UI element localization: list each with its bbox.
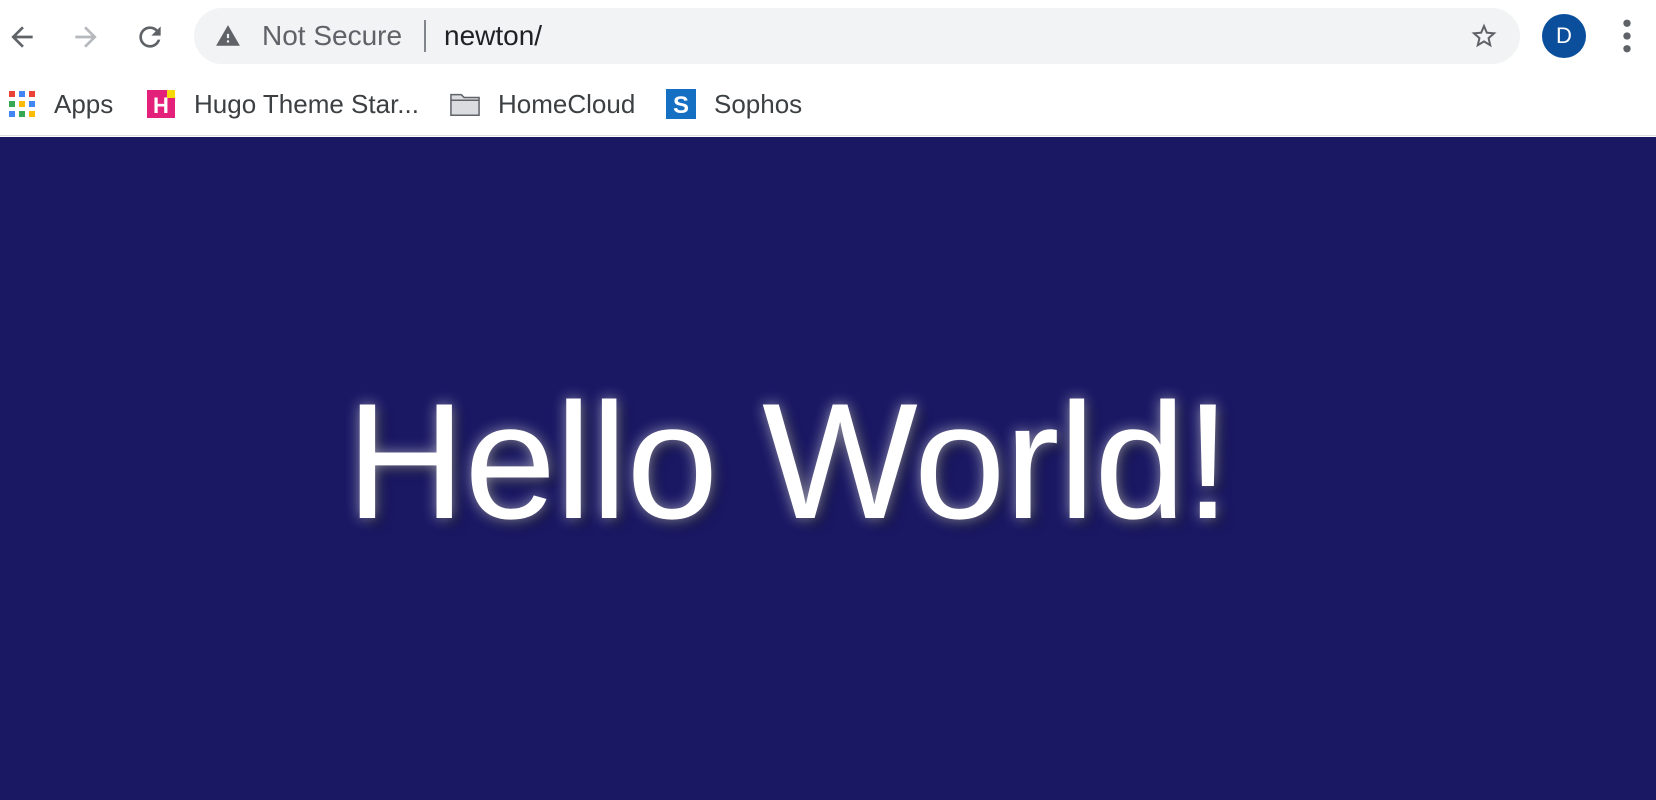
bookmark-label: Hugo Theme Star... [194,88,419,119]
back-button[interactable] [0,15,44,59]
security-status-label[interactable]: Not Secure [262,21,402,51]
address-bar[interactable]: Not Secure [194,8,1520,64]
warning-triangle-icon[interactable] [214,22,242,50]
svg-text:S: S [673,92,689,119]
avatar-initial: D [1556,23,1572,48]
vertical-dots-icon [1623,19,1631,53]
reload-icon [139,26,161,48]
sophos-logo-icon: S [666,89,696,119]
browser-toolbar: Not Secure D [0,0,1656,72]
forward-button[interactable] [64,15,108,59]
bookmark-label: HomeCloud [498,88,636,119]
bookmark-label: Sophos [714,88,803,119]
star-outline-icon [1471,23,1497,48]
bookmark-sophos[interactable]: S Sophos [666,84,802,124]
bookmarks-bar: Apps H Hugo Theme Star... HomeCloud S So… [0,72,1656,136]
omnibox-divider [424,20,426,52]
bookmark-label: Apps [54,88,114,119]
browser-menu-button[interactable] [1612,14,1642,58]
apps-grid-icon [8,89,36,119]
svg-text:H: H [153,93,169,118]
folder-icon [450,89,480,119]
url-input[interactable] [444,8,1344,64]
profile-avatar-button[interactable]: D [1542,14,1586,58]
reload-button[interactable] [128,15,172,59]
bookmark-star-button[interactable] [1468,20,1500,52]
page-content: Hello World! [0,137,1656,800]
bookmark-hugo-theme[interactable]: H Hugo Theme Star... [146,84,419,124]
hugo-logo-icon: H [146,89,176,119]
arrow-left-icon [11,26,33,48]
arrow-right-icon [75,26,97,48]
bookmark-apps[interactable]: Apps [8,84,113,124]
page-heading: Hello World! [346,369,1231,553]
bookmark-homecloud-folder[interactable]: HomeCloud [450,84,635,124]
